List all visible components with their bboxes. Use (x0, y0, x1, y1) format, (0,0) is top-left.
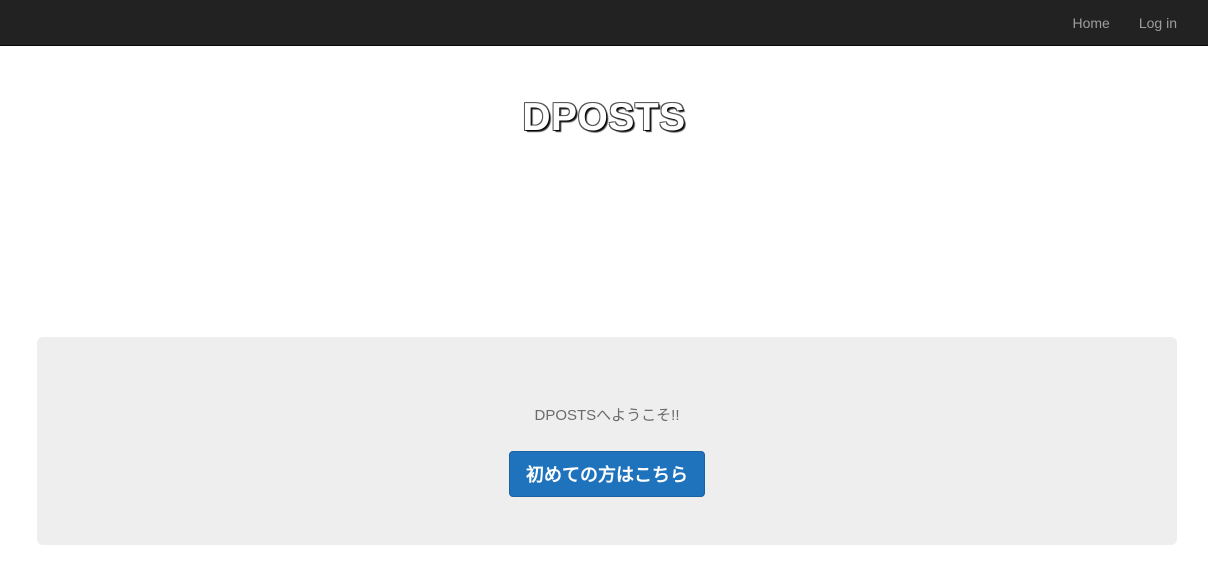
nav-link-home[interactable]: Home (1072, 15, 1109, 31)
site-title: DPOSTS (522, 96, 686, 139)
top-navbar: Home Log in (0, 0, 1208, 46)
welcome-panel: DPOSTSへようこそ!! 初めての方はこちら (37, 337, 1177, 545)
nav-link-login[interactable]: Log in (1139, 15, 1177, 31)
navbar-links: Home Log in (1043, 0, 1177, 45)
getting-started-button[interactable]: 初めての方はこちら (509, 451, 705, 497)
welcome-message: DPOSTSへようこそ!! (534, 407, 680, 424)
